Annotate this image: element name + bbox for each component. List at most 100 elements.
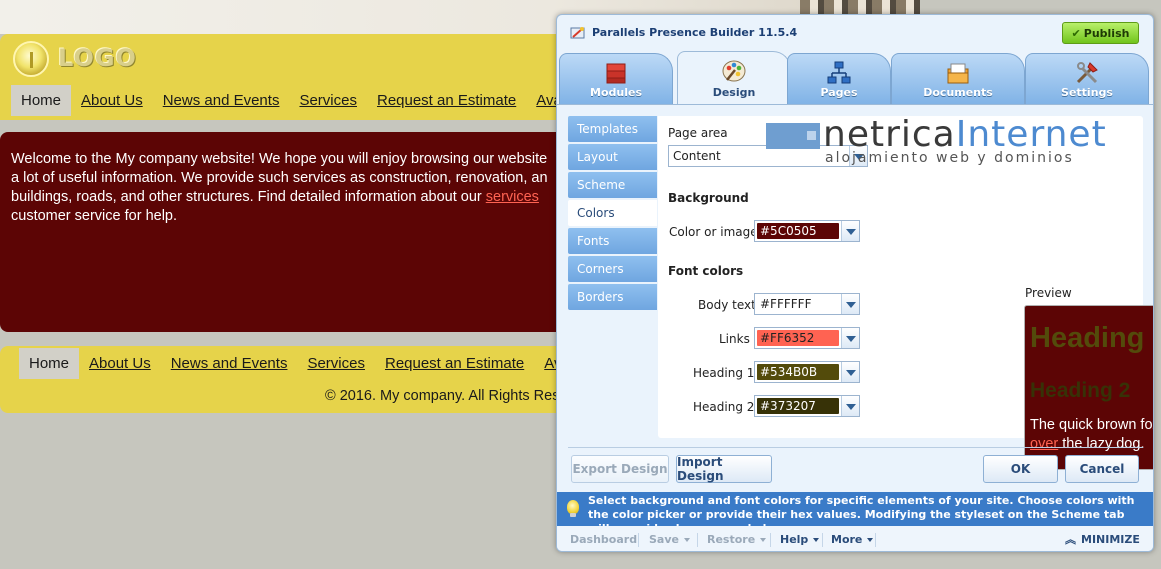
design-icon [722,60,746,82]
more-menu[interactable]: More [831,526,874,551]
sidebar-item-colors[interactable]: Colors [568,200,657,226]
chevron-down-icon[interactable] [841,221,859,241]
preview-body: The quick brown fox jumps over the lazy … [1030,416,1154,454]
tab-pages[interactable]: Pages [787,53,891,105]
heading2-color-value[interactable]: #373207 [757,398,839,414]
nav-item-about-us[interactable]: About Us [71,85,153,116]
welcome-text: Welcome to the My company website! We ho… [11,151,548,205]
links-color-picker[interactable]: #FF6352 [754,327,860,349]
color-preview: Heading 1 Heading 2 The quick brown fox … [1024,305,1154,470]
heading2-color-picker[interactable]: #373207 [754,395,860,417]
lightbulb-icon [567,500,579,517]
caret-down-icon [760,538,767,542]
body-text-color-picker[interactable]: #FFFFFF [754,293,860,315]
preview-heading2: Heading 2 [1030,379,1131,402]
chevron-down-icon[interactable] [841,328,859,348]
design-sidebar: Templates Layout Scheme Colors Fonts Cor… [568,116,657,312]
sidebar-item-layout[interactable]: Layout [568,144,657,170]
divider [638,533,639,547]
caret-down-icon [813,538,820,542]
body-text-color-value[interactable]: #FFFFFF [757,296,839,312]
settings-icon [1076,62,1098,84]
nav-item-services[interactable]: Services [289,85,367,116]
netrica-logo-mark [766,123,820,149]
minimize-button[interactable]: ︽ MINIMIZE [1065,526,1140,551]
footer-nav: Home About Us News and Events Services R… [19,348,586,379]
netrica-tagline: alojamiento web y dominios [825,150,1074,166]
footer-nav-request-estimate[interactable]: Request an Estimate [375,348,534,379]
save-label: Save [649,533,679,546]
site-nav: Home About Us News and Events Services R… [11,85,587,116]
import-design-button[interactable]: Import Design [676,455,772,483]
tab-design[interactable]: Design [677,51,791,105]
divider [822,533,823,547]
tab-design-label: Design [712,86,756,99]
restore-menu[interactable]: Restore [707,526,767,551]
page-area-value: Content [673,149,721,163]
links-color-value[interactable]: #FF6352 [757,330,839,346]
caret-down-icon [683,538,690,542]
tab-divider [557,104,1153,105]
chevron-down-icon[interactable] [841,362,859,382]
documents-icon [947,63,969,84]
caret-down-icon [867,538,874,542]
footer-nav-news[interactable]: News and Events [161,348,298,379]
chevron-down-icon[interactable] [841,396,859,416]
presence-builder-panel: Parallels Presence Builder 11.5.4 ✔ Publ… [556,14,1154,552]
ok-button[interactable]: OK [983,455,1058,483]
more-label: More [831,533,863,546]
preview-text-end: the lazy dog. [1058,436,1145,452]
preview-text: The quick brown fox [1030,417,1154,433]
help-menu[interactable]: Help [780,526,820,551]
heading1-label: Heading 1 [693,366,755,380]
tab-modules[interactable]: Modules [559,53,673,105]
preview-heading1: Heading 1 [1030,322,1153,354]
chevron-down-icon[interactable] [841,294,859,314]
divider [875,533,876,547]
preview-label: Preview [1025,286,1072,300]
double-chevron-up-icon: ︽ [1065,533,1076,546]
netrica-word-blue: Internet [955,114,1107,155]
heading1-color-picker[interactable]: #534B0B [754,361,860,383]
sidebar-item-borders[interactable]: Borders [568,284,657,310]
restore-label: Restore [707,533,756,546]
site-content: Welcome to the My company website! We ho… [0,132,560,332]
footer-separator [568,447,1143,448]
nav-item-request-estimate[interactable]: Request an Estimate [367,85,526,116]
panel-titlebar[interactable]: Parallels Presence Builder 11.5.4 ✔ Publ… [557,15,1153,51]
links-label: Links [719,332,750,346]
publish-button[interactable]: ✔ Publish [1062,22,1139,44]
background-color-picker[interactable]: #5C0505 [754,220,860,242]
hint-bar: Select background and font colors for sp… [557,492,1153,535]
nav-item-home[interactable]: Home [11,85,72,116]
divider [770,533,771,547]
nav-item-news[interactable]: News and Events [153,85,290,116]
site-logo[interactable]: LOGO [58,44,137,72]
cancel-button[interactable]: Cancel [1065,455,1139,483]
footer-nav-home[interactable]: Home [19,348,80,379]
netrica-wordmark: netricaInternet [823,116,1107,154]
services-link[interactable]: services [486,189,539,205]
sidebar-item-templates[interactable]: Templates [568,116,657,142]
footer-nav-services[interactable]: Services [297,348,375,379]
minimize-label: MINIMIZE [1081,533,1140,546]
save-menu[interactable]: Save [649,526,690,551]
sidebar-item-fonts[interactable]: Fonts [568,228,657,254]
copyright-text: © 2016. My company. All Rights Res [325,388,560,404]
export-design-button[interactable]: Export Design [571,455,669,483]
sidebar-item-scheme[interactable]: Scheme [568,172,657,198]
sidebar-item-corners[interactable]: Corners [568,256,657,282]
app-title: Parallels Presence Builder 11.5.4 [592,26,798,39]
modules-icon [606,63,626,84]
main-tabs: Modules Design Pages Documents Settings [557,51,1153,105]
help-label: Help [780,533,809,546]
netrica-word-dark: netrica [823,114,956,155]
tab-settings[interactable]: Settings [1025,53,1149,105]
footer-nav-about-us[interactable]: About Us [79,348,161,379]
tab-documents[interactable]: Documents [891,53,1025,105]
heading1-color-value[interactable]: #534B0B [757,364,839,380]
dashboard-link[interactable]: Dashboard [570,526,637,551]
welcome-text-end: customer service for help. [11,208,178,224]
checkmark-icon: ✔ [1071,26,1081,40]
background-color-value[interactable]: #5C0505 [757,223,839,239]
